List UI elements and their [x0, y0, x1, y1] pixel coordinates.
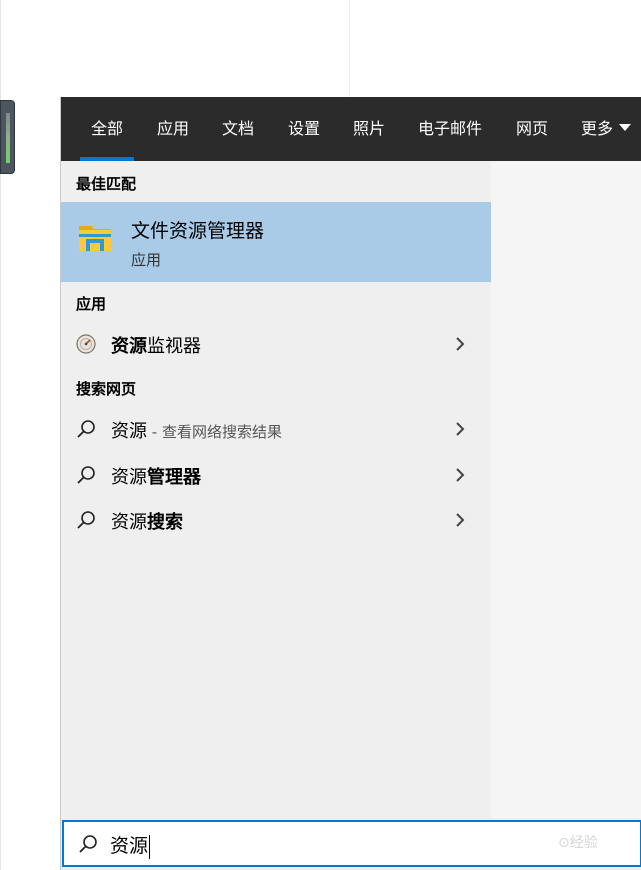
- app-result-resource-monitor[interactable]: 资源监视器: [61, 322, 491, 366]
- web-search-hint: - 查看网络搜索结果: [147, 423, 282, 441]
- app-result-label: 资源监视器: [111, 332, 201, 358]
- search-input[interactable]: 资源 ⊙经验: [62, 820, 641, 867]
- folder-icon: [79, 226, 111, 251]
- web-result-row[interactable]: 资源 - 查看网络搜索结果: [61, 407, 491, 451]
- chevron-down-icon: [619, 124, 632, 131]
- text-cursor: [149, 834, 151, 859]
- results-list: 最佳匹配 文件资源管理器 应用 应用 资源监视器 搜索网页 资源 - 查看网络搜…: [61, 161, 491, 818]
- best-match-title: 文件资源管理器: [131, 220, 265, 242]
- web-result-row[interactable]: 资源搜索: [61, 498, 491, 542]
- search-query: 资源: [110, 831, 151, 859]
- desktop: 全部 应用 文档 设置 照片 电子邮件 网页 更多 最佳匹配 文件资源管理器 应…: [0, 0, 641, 870]
- web-result-label: 资源搜索: [111, 508, 183, 534]
- match-highlight: 资源: [111, 336, 147, 357]
- tab-more[interactable]: 更多: [581, 97, 632, 161]
- level-meter: [6, 113, 10, 163]
- label-plain: 资源: [111, 512, 147, 533]
- chevron-right-icon[interactable]: [453, 421, 467, 437]
- tab-label: 网页: [516, 119, 549, 138]
- background-divider: [349, 0, 350, 97]
- tab-settings[interactable]: 设置: [288, 97, 320, 161]
- search-icon: [77, 420, 95, 438]
- search-icon: [77, 466, 95, 484]
- tab-label: 应用: [157, 119, 190, 138]
- match-highlight: 管理器: [147, 467, 201, 488]
- tab-label: 更多: [581, 119, 614, 138]
- section-best-match: 最佳匹配: [76, 175, 137, 193]
- tab-web[interactable]: 网页: [516, 97, 548, 161]
- match-highlight: 搜索: [147, 512, 183, 533]
- tab-apps[interactable]: 应用: [157, 97, 189, 161]
- section-apps: 应用: [76, 295, 107, 313]
- tab-email[interactable]: 电子邮件: [418, 97, 482, 161]
- search-tabs: 全部 应用 文档 设置 照片 电子邮件 网页 更多: [61, 97, 641, 161]
- search-icon: [77, 511, 95, 529]
- chevron-right-icon[interactable]: [453, 512, 467, 528]
- resource-monitor-icon: [76, 334, 96, 354]
- best-match-item[interactable]: 文件资源管理器 应用: [61, 202, 491, 282]
- web-result-row[interactable]: 资源管理器: [61, 453, 491, 497]
- search-query-text: 资源: [110, 835, 149, 857]
- label-rest: 监视器: [147, 336, 201, 357]
- label-plain: 资源: [111, 421, 147, 442]
- tab-label: 照片: [353, 119, 386, 138]
- tab-all[interactable]: 全部: [79, 97, 135, 161]
- search-icon: [79, 835, 97, 853]
- chevron-right-icon[interactable]: [453, 467, 467, 483]
- label-plain: 资源: [111, 467, 147, 488]
- best-match-subtitle: 应用: [131, 251, 162, 269]
- chevron-right-icon[interactable]: [453, 336, 467, 352]
- watermark: ⊙经验: [544, 835, 598, 851]
- section-web: 搜索网页: [76, 380, 137, 398]
- tab-label: 文档: [222, 119, 255, 138]
- tab-label: 电子邮件: [418, 119, 483, 138]
- web-result-label: 资源管理器: [111, 463, 201, 489]
- tab-label: 设置: [288, 119, 321, 138]
- tab-label: 全部: [91, 119, 124, 138]
- tab-documents[interactable]: 文档: [222, 97, 254, 161]
- search-panel: 全部 应用 文档 设置 照片 电子邮件 网页 更多 最佳匹配 文件资源管理器 应…: [60, 97, 641, 870]
- side-widget[interactable]: [0, 100, 15, 174]
- web-result-label: 资源 - 查看网络搜索结果: [111, 417, 282, 443]
- preview-pane: [491, 161, 641, 818]
- tab-photos[interactable]: 照片: [353, 97, 385, 161]
